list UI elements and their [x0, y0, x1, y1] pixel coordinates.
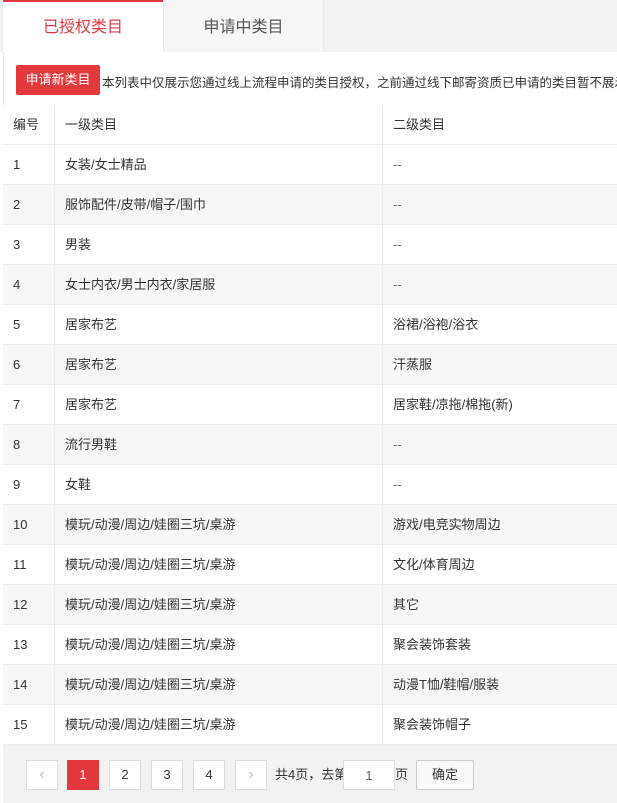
tab-pending-categories[interactable]: 申请中类目 — [163, 0, 324, 52]
cell-no: 13 — [13, 637, 28, 652]
table-row: 7 居家布艺 居家鞋/凉拖/棉拖(新) — [3, 385, 617, 425]
cell-no: 6 — [13, 357, 21, 372]
cell-level2: 居家鞋/凉拖/棉拖(新) — [382, 385, 617, 425]
cell-level2: -- — [382, 145, 617, 185]
confirm-button[interactable]: 确定 — [416, 760, 474, 790]
cell-level2: 汗蒸服 — [382, 345, 617, 385]
apply-new-category-button[interactable]: 申请新类目 — [16, 65, 100, 95]
cell-no: 10 — [13, 517, 28, 532]
cell-no: 3 — [13, 237, 21, 252]
cell-level2: 动漫T恤/鞋帽/服装 — [382, 665, 617, 705]
table-row: 1 女装/女士精品 -- — [3, 145, 617, 185]
cell-level2: 游戏/电竞实物周边 — [382, 505, 617, 545]
toolbar: 申请新类目 本列表中仅展示您通过线上流程申请的类目授权，之前通过线下邮寄资质已申… — [3, 52, 617, 105]
cell-level1: 模玩/动漫/周边/娃圈三坑/桌游 — [54, 665, 382, 705]
total-pages-text: 共4页，去第 — [275, 767, 348, 782]
chevron-left-icon[interactable]: ‹ — [26, 760, 58, 790]
cell-level1: 模玩/动漫/周边/娃圈三坑/桌游 — [54, 545, 382, 585]
cell-level1: 男装 — [54, 225, 382, 265]
table-row: 14 模玩/动漫/周边/娃圈三坑/桌游 动漫T恤/鞋帽/服装 — [3, 665, 617, 705]
tab-authorized-categories[interactable]: 已授权类目 — [3, 0, 163, 52]
cell-no: 5 — [13, 317, 21, 332]
cell-no: 1 — [13, 157, 21, 172]
cell-level2: 文化/体育周边 — [382, 545, 617, 585]
cell-level2: -- — [382, 265, 617, 305]
cell-no: 8 — [13, 437, 21, 452]
header-level1: 一级类目 — [54, 105, 382, 145]
table-row: 3 男装 -- — [3, 225, 617, 265]
header-level2: 二级类目 — [382, 105, 617, 145]
table-row: 5 居家布艺 浴裙/浴袍/浴衣 — [3, 305, 617, 345]
cell-level1: 女士内衣/男士内衣/家居服 — [54, 265, 382, 305]
cell-no: 9 — [13, 477, 21, 492]
cell-level2: -- — [382, 185, 617, 225]
chevron-right-icon[interactable]: › — [235, 760, 267, 790]
cell-no: 4 — [13, 277, 21, 292]
cell-level2: -- — [382, 465, 617, 505]
cell-level1: 服饰配件/皮带/帽子/围巾 — [54, 185, 382, 225]
cell-level1: 居家布艺 — [54, 305, 382, 345]
cell-no: 11 — [13, 557, 27, 572]
cell-level2: -- — [382, 225, 617, 265]
cell-level2: 浴裙/浴袍/浴衣 — [382, 305, 617, 345]
cell-level1: 居家布艺 — [54, 345, 382, 385]
cell-no: 2 — [13, 197, 21, 212]
cell-level1: 女鞋 — [54, 465, 382, 505]
table-row: 6 居家布艺 汗蒸服 — [3, 345, 617, 385]
cell-level1: 居家布艺 — [54, 385, 382, 425]
page-button-4[interactable]: 4 — [193, 760, 225, 790]
table-row: 2 服饰配件/皮带/帽子/围巾 -- — [3, 185, 617, 225]
cell-level1: 模玩/动漫/周边/娃圈三坑/桌游 — [54, 585, 382, 625]
table-row: 15 模玩/动漫/周边/娃圈三坑/桌游 聚会装饰帽子 — [3, 705, 617, 745]
table-row: 11 模玩/动漫/周边/娃圈三坑/桌游 文化/体育周边 — [3, 545, 617, 585]
header-no: 编号 — [13, 117, 40, 132]
cell-level1: 模玩/动漫/周边/娃圈三坑/桌游 — [54, 625, 382, 665]
page-button-2[interactable]: 2 — [109, 760, 141, 790]
cell-level1: 流行男鞋 — [54, 425, 382, 465]
table-row: 12 模玩/动漫/周边/娃圈三坑/桌游 其它 — [3, 585, 617, 625]
cell-level2: 聚会装饰套装 — [382, 625, 617, 665]
cell-no: 15 — [13, 717, 28, 732]
cell-no: 14 — [13, 677, 28, 692]
notice-text: 本列表中仅展示您通过线上流程申请的类目授权，之前通过线下邮寄资质已申请的类目暂不… — [102, 76, 617, 90]
cell-no: 12 — [13, 597, 28, 612]
cell-level1: 女装/女士精品 — [54, 145, 382, 185]
cell-level1: 模玩/动漫/周边/娃圈三坑/桌游 — [54, 505, 382, 545]
cell-level2: 聚会装饰帽子 — [382, 705, 617, 745]
table-row: 13 模玩/动漫/周边/娃圈三坑/桌游 聚会装饰套装 — [3, 625, 617, 665]
cell-no: 7 — [13, 397, 21, 412]
cell-level1: 模玩/动漫/周边/娃圈三坑/桌游 — [54, 705, 382, 745]
cell-level2: 其它 — [382, 585, 617, 625]
page-button-1[interactable]: 1 — [67, 760, 99, 790]
category-table: 编号 一级类目 二级类目 1 女装/女士精品 -- 2 服饰配件/皮带/帽子/围巾 -- 3… — [3, 105, 617, 745]
table-row: 9 女鞋 -- — [3, 465, 617, 505]
table-row: 4 女士内衣/男士内衣/家居服 -- — [3, 265, 617, 305]
table-row: 8 流行男鞋 -- — [3, 425, 617, 465]
cell-level2: -- — [382, 425, 617, 465]
goto-page-input[interactable] — [343, 760, 395, 790]
tab-bar: 已授权类目 申请中类目 — [0, 0, 617, 52]
page-suffix-text: 页 — [395, 767, 409, 782]
pagination: ‹ 1 2 3 4 › 共4页，去第 页 确定 — [3, 745, 617, 803]
table-row: 10 模玩/动漫/周边/娃圈三坑/桌游 游戏/电竞实物周边 — [3, 505, 617, 545]
page-button-3[interactable]: 3 — [151, 760, 183, 790]
table-header-row: 编号 一级类目 二级类目 — [3, 105, 617, 145]
